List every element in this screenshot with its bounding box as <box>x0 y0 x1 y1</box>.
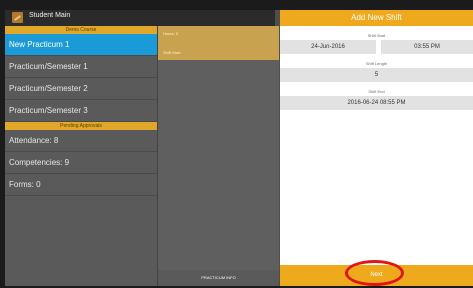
section-header-course: Demo Course <box>5 26 157 34</box>
shift-start-field-label: Shift Start <box>367 33 386 38</box>
shift-end-field-label: Shift End <box>368 89 385 94</box>
sidebar-item-attendance[interactable]: Attendance: 8 <box>5 130 157 152</box>
sidebar-item-practicum-semester-2[interactable]: Practicum/Semester 2 <box>5 78 157 100</box>
app-title: Student Main <box>29 12 71 19</box>
practicum-detail-panel: Hours: 0 Shift Start PRACTICUM INFO <box>157 26 279 286</box>
add-shift-dialog: Add New Shift Shift Start 24-Jun-2016 03… <box>280 10 473 286</box>
start-date-field[interactable]: 24-Jun-2016 <box>280 40 376 54</box>
device-frame: Student Main Demo Course New Practicum 1… <box>0 0 473 288</box>
section-header-approvals: Pending Approvals <box>5 122 157 130</box>
highlight-circle <box>345 260 404 286</box>
sidebar-item-forms[interactable]: Forms: 0 <box>5 174 157 196</box>
app-logo-icon <box>12 12 23 23</box>
sidebar-item-practicum-semester-3[interactable]: Practicum/Semester 3 <box>5 100 157 122</box>
sidebar-item-competencies[interactable]: Competencies: 9 <box>5 152 157 174</box>
shift-end-field: 2016-06-24 08:55 PM <box>280 96 473 110</box>
sidebar-item-new-practicum-1[interactable]: New Practicum 1 <box>5 34 157 56</box>
shift-start-label: Shift Start <box>163 50 181 55</box>
dialog-title: Add New Shift <box>280 10 473 26</box>
sidebar: Demo Course New Practicum 1 Practicum/Se… <box>5 26 157 286</box>
shift-length-field[interactable]: 5 <box>280 68 473 82</box>
app-screen: Student Main Demo Course New Practicum 1… <box>5 10 473 286</box>
shift-start-row: 24-Jun-2016 03:55 PM <box>280 40 473 54</box>
shift-length-field-label: Shift Length <box>365 61 388 66</box>
hours-label: Hours: 0 <box>163 31 179 36</box>
start-time-field[interactable]: 03:55 PM <box>381 40 473 54</box>
practicum-info-tab[interactable]: PRACTICUM INFO <box>158 270 279 286</box>
practicum-info-card[interactable]: Hours: 0 Shift Start <box>158 26 279 60</box>
top-bar: Student Main <box>5 10 275 26</box>
sidebar-item-practicum-semester-1[interactable]: Practicum/Semester 1 <box>5 56 157 78</box>
